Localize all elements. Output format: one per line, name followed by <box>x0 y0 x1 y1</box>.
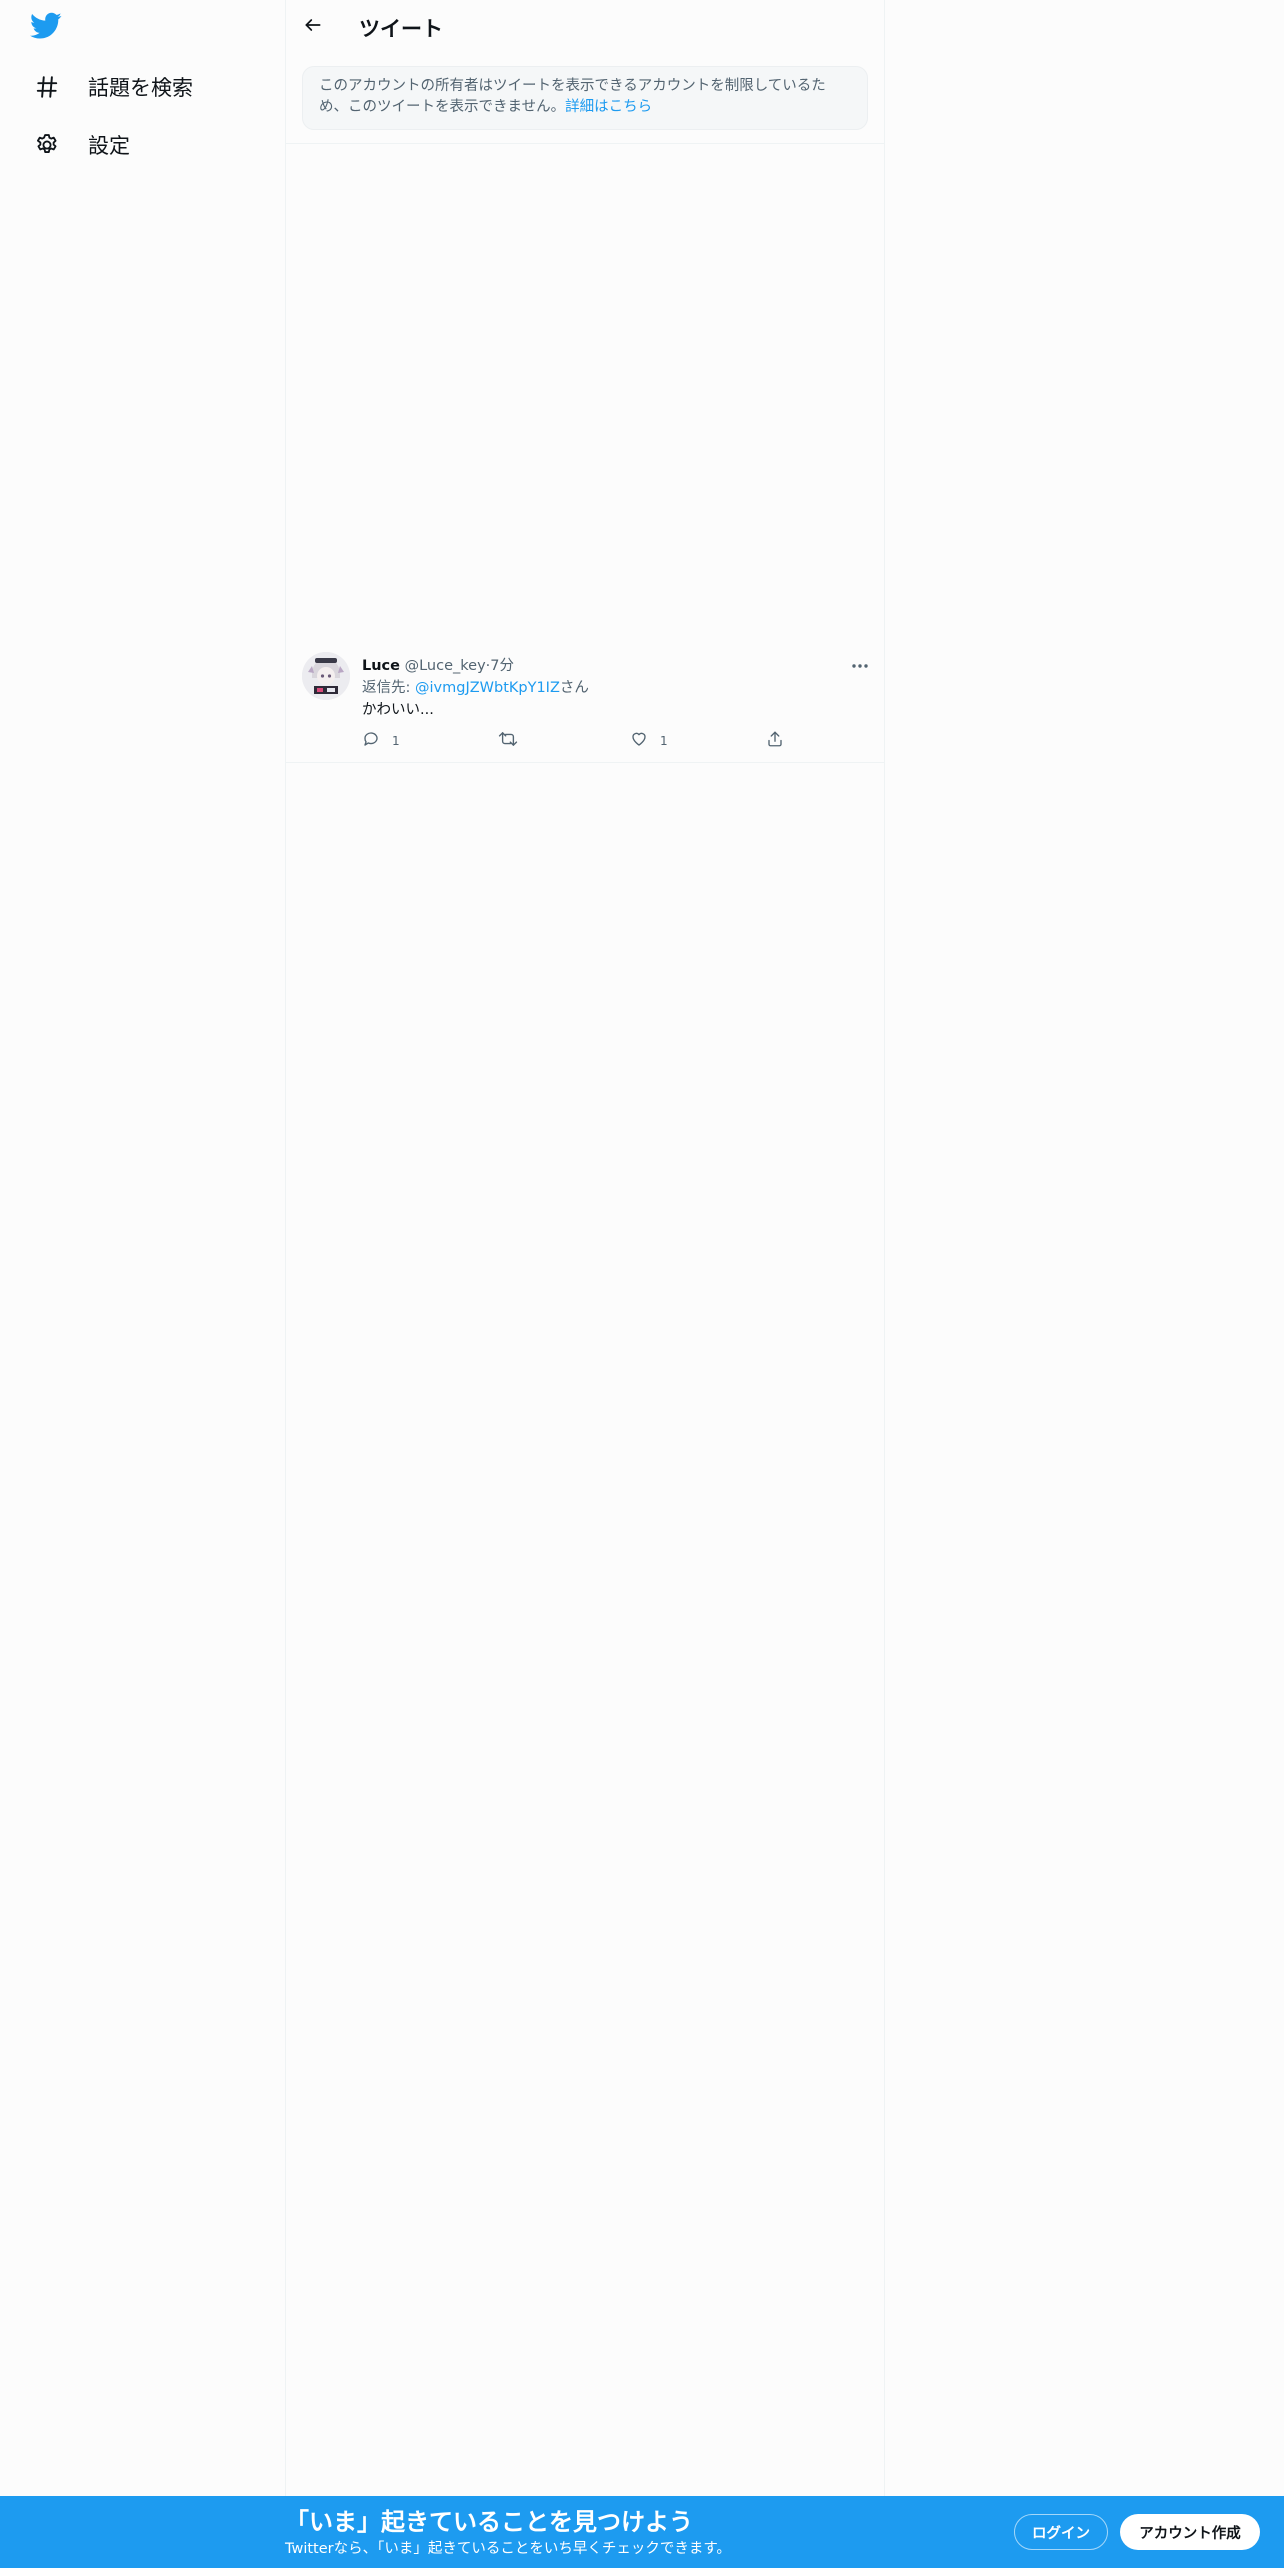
sidebar-item-label: 話題を検索 <box>88 76 193 100</box>
sidebar-item-settings[interactable]: 設定 <box>30 120 130 170</box>
reply-count: 1 <box>392 734 400 748</box>
restricted-notice: このアカウントの所有者はツイートを表示できるアカウントを制限しているため、このツ… <box>302 66 868 130</box>
like-button[interactable]: 1 <box>630 729 668 753</box>
reply-prefix: 返信先: <box>362 680 415 696</box>
share-icon <box>766 730 784 752</box>
page-header: ツイート <box>286 0 884 54</box>
sidebar: 話題を検索 設定 <box>0 0 285 2568</box>
page-title: ツイート <box>359 17 443 41</box>
share-button[interactable] <box>766 729 784 753</box>
arrow-left-icon <box>303 15 323 39</box>
reply-to-line: 返信先: @ivmgJZWbtKpY1IZさん <box>362 676 589 697</box>
divider <box>286 143 884 144</box>
retweet-icon <box>498 730 518 752</box>
twitter-bird-icon[interactable] <box>30 12 68 44</box>
like-count: 1 <box>660 734 668 748</box>
tweet-actions: 1 1 <box>362 729 792 753</box>
main-column: ツイート このアカウントの所有者はツイートを表示できるアカウントを制限しているた… <box>285 0 885 2568</box>
avatar[interactable] <box>302 652 350 700</box>
prompt-subtitle: Twitterなら、「いま」起きていることをいち早くチェックできます。 <box>285 2541 731 2557</box>
retweet-button[interactable] <box>498 729 530 753</box>
tweet-text: かわいい... <box>362 702 434 718</box>
gear-icon <box>30 128 64 162</box>
divider <box>286 762 884 763</box>
sidebar-item-explore[interactable]: 話題を検索 <box>30 62 193 112</box>
page: 話題を検索 設定 ツイート このアカウントの所有者はツイートを表示できるアカウン… <box>0 0 1284 2568</box>
reply-icon <box>362 730 380 752</box>
tweet-meta: Luce @Luce_key·7分 <box>362 654 514 675</box>
heart-icon <box>630 730 648 752</box>
tweet-author-handle[interactable]: @Luce_key <box>405 658 486 674</box>
signup-prompt-bar: 「いま」起きていることを見つけよう Twitterなら、「いま」起きていることを… <box>0 2496 1284 2568</box>
reply-mention-link[interactable]: @ivmgJZWbtKpY1IZ <box>415 680 560 696</box>
more-horizontal-icon <box>851 654 869 673</box>
tweet-author-name[interactable]: Luce <box>362 658 400 674</box>
reply-button[interactable]: 1 <box>362 729 400 753</box>
tweet-timestamp[interactable]: 7分 <box>490 658 514 674</box>
login-button[interactable]: ログイン <box>1014 2514 1108 2550</box>
back-button[interactable] <box>296 10 330 44</box>
signup-button[interactable]: アカウント作成 <box>1120 2514 1260 2550</box>
hashtag-icon <box>30 70 64 104</box>
more-options-button[interactable] <box>846 653 874 673</box>
tweet[interactable]: Luce @Luce_key·7分 返信先: @ivmgJZWbtKpY1IZさ… <box>286 645 884 763</box>
prompt-title: 「いま」起きていることを見つけよう <box>285 2508 693 2536</box>
reply-suffix: さん <box>559 680 589 696</box>
sidebar-item-label: 設定 <box>88 134 130 158</box>
notice-learn-more-link[interactable]: 詳細はこちら <box>565 99 652 115</box>
